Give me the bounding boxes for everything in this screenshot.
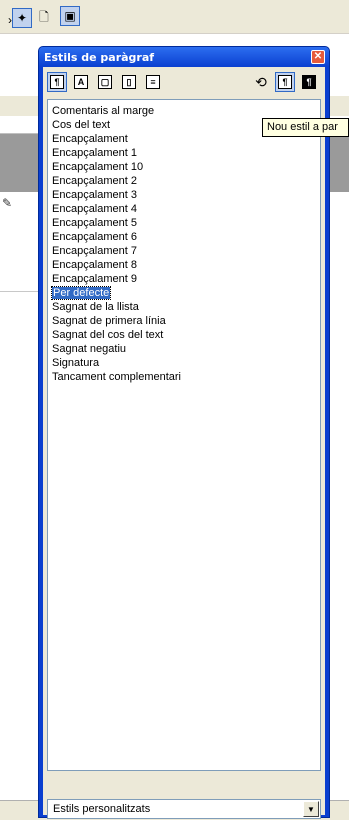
update-style-button[interactable]: ¶: [299, 72, 319, 92]
style-list-item[interactable]: Encapçalament 6: [48, 230, 320, 244]
style-list-item-label: Encapçalament 8: [52, 259, 137, 271]
style-list-item[interactable]: Encapçalament 10: [48, 160, 320, 174]
style-list-item-label: Encapçalament 7: [52, 245, 137, 257]
list-styles-button[interactable]: ≡: [143, 72, 163, 92]
frame-styles-icon: ▢: [98, 75, 112, 89]
page-styles-icon: ▯: [122, 75, 136, 89]
style-list-item-label: Encapçalament: [52, 133, 128, 145]
style-filter-value: Estils personalitzats: [53, 803, 151, 815]
style-list-item-label: Encapçalament 9: [52, 273, 137, 285]
style-list-item[interactable]: Encapçalament 7: [48, 244, 320, 258]
style-list-item-label: Sagnat de primera línia: [52, 315, 166, 327]
app-toolbar: › ✦ 🗋 ▣: [0, 0, 349, 34]
page-styles-button[interactable]: ▯: [119, 72, 139, 92]
style-filter-select[interactable]: Estils personalitzats ▼: [47, 799, 321, 819]
fill-format-icon: ⟲: [255, 73, 267, 90]
paragraph-styles-button[interactable]: ¶: [47, 72, 67, 92]
window-titlebar[interactable]: Estils de paràgraf ✕: [39, 47, 329, 67]
tooltip: Nou estil a par: [262, 118, 349, 137]
style-list-item-label: Encapçalament 3: [52, 189, 137, 201]
style-list-item-label: Encapçalament 4: [52, 203, 137, 215]
style-list-item-label: Encapçalament 6: [52, 231, 137, 243]
paragraph-styles-window: Estils de paràgraf ✕ ¶ A ▢ ▯ ≡ ⟲ ¶ ¶ Com…: [38, 46, 330, 819]
style-list-item[interactable]: Tancament complementari: [48, 370, 320, 384]
navigator-icon[interactable]: ✦: [12, 8, 32, 28]
style-list-item-label: Comentaris al marge: [52, 105, 155, 117]
styles-list[interactable]: Comentaris al marge Cos del text Encapçala…: [47, 99, 321, 771]
paragraph-styles-icon: ¶: [50, 75, 64, 89]
style-list-item[interactable]: Encapçalament 4: [48, 202, 320, 216]
style-list-item[interactable]: Encapçalament 1: [48, 146, 320, 160]
style-list-item[interactable]: Sagnat de primera línia: [48, 314, 320, 328]
style-list-item[interactable]: Signatura: [48, 356, 320, 370]
style-list-item[interactable]: Per defecte: [48, 286, 320, 300]
style-list-item[interactable]: Encapçalament 3: [48, 188, 320, 202]
style-list-item[interactable]: Sagnat del cos del text: [48, 328, 320, 342]
styles-toolbar: ¶ A ▢ ▯ ≡ ⟲ ¶ ¶: [45, 71, 323, 93]
page-margin-line: [0, 291, 40, 292]
character-styles-button[interactable]: A: [71, 72, 91, 92]
style-list-item[interactable]: Encapçalament 9: [48, 272, 320, 286]
style-list-item[interactable]: Encapçalament 8: [48, 258, 320, 272]
highlighter-icon[interactable]: ✎: [2, 196, 12, 210]
style-list-item-label: Encapçalament 5: [52, 217, 137, 229]
style-list-item-label: Tancament complementari: [52, 371, 182, 383]
style-list-item[interactable]: Encapçalament 5: [48, 216, 320, 230]
style-list-item[interactable]: Sagnat negatiu: [48, 342, 320, 356]
window-client-area: ¶ A ▢ ▯ ≡ ⟲ ¶ ¶ Comentaris al marge Cos …: [43, 67, 325, 819]
style-list-item-label: Encapçalament 2: [52, 175, 137, 187]
dropdown-arrow-icon[interactable]: ▼: [303, 801, 319, 817]
style-list-item-label: Cos del text: [52, 119, 111, 131]
style-list-item-label: Encapçalament 1: [52, 147, 137, 159]
list-styles-icon: ≡: [146, 75, 160, 89]
style-list-item[interactable]: Comentaris al marge: [48, 104, 320, 118]
style-list-item-label: Signatura: [52, 357, 100, 369]
gallery-icon[interactable]: ▣: [60, 6, 80, 26]
new-style-from-selection-button[interactable]: ¶: [275, 72, 295, 92]
update-style-icon: ¶: [302, 75, 316, 89]
document-icon[interactable]: 🗋: [34, 8, 54, 28]
style-list-item-label: Sagnat del cos del text: [52, 329, 164, 341]
style-list-item-label: Sagnat negatiu: [52, 343, 127, 355]
style-list-item[interactable]: Encapçalament 2: [48, 174, 320, 188]
window-title: Estils de paràgraf: [44, 50, 155, 64]
character-styles-icon: A: [74, 75, 88, 89]
style-list-item-label: Encapçalament 10: [52, 161, 144, 173]
style-list-item-label: Per defecte: [50, 286, 112, 300]
style-list-item-label: Sagnat de la llista: [52, 301, 139, 313]
fill-format-mode-button[interactable]: ⟲: [251, 72, 271, 92]
close-button[interactable]: ✕: [311, 50, 325, 64]
frame-styles-button[interactable]: ▢: [95, 72, 115, 92]
style-list-item[interactable]: Sagnat de la llista: [48, 300, 320, 314]
new-style-from-selection-icon: ¶: [278, 75, 292, 89]
